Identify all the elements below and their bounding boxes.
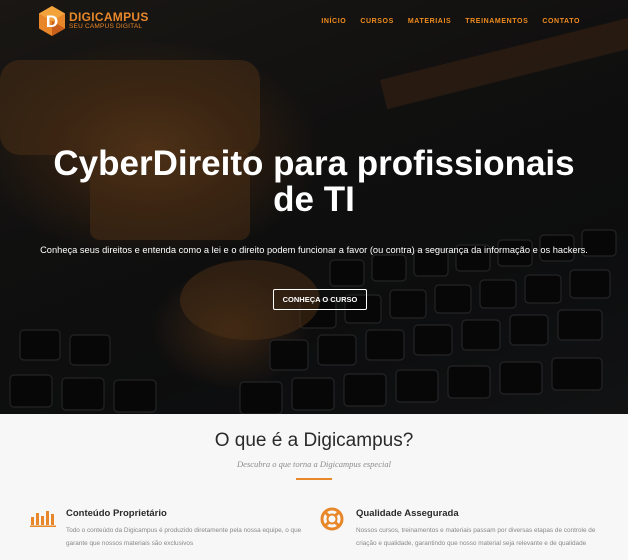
- lifebuoy-icon: [320, 507, 344, 531]
- section-divider: [296, 478, 332, 480]
- nav-item-materiais[interactable]: MATERIAIS: [408, 18, 451, 25]
- nav-item-cursos[interactable]: CURSOS: [360, 18, 394, 25]
- section-subtitle: Descubra o que torna a Digicampus especi…: [237, 459, 391, 469]
- main-nav: INÍCIO CURSOS MATERIAIS TREINAMENTOS CON…: [321, 18, 580, 25]
- brand-logo[interactable]: D DIGICAMPUS SEU CAMPUS DIGITAL: [38, 6, 149, 36]
- logo-hexagon-icon: D: [39, 6, 65, 36]
- feature-description: Nossos cursos, treinamentos e materiais …: [356, 527, 596, 547]
- brand-tagline: SEU CAMPUS DIGITAL: [69, 23, 143, 31]
- section-title: O que é a Digicampus?: [214, 430, 414, 451]
- bar-chart-icon: [30, 511, 56, 527]
- hero-title: CyberDireito para profissionais de TI: [53, 144, 575, 219]
- brand-name: DIGICAMPUS: [69, 10, 149, 25]
- svg-text:D: D: [46, 12, 58, 31]
- hero-subtitle: Conheça seus direitos e entenda como a l…: [40, 245, 588, 255]
- feature-title: Qualidade Assegurada: [356, 508, 459, 519]
- cta-button[interactable]: CONHEÇA O CURSO: [273, 289, 367, 310]
- hero-section: D DIGICAMPUS SEU CAMPUS DIGITAL INÍCIO C…: [0, 0, 628, 414]
- nav-item-treinamentos[interactable]: TREINAMENTOS: [465, 18, 528, 25]
- feature-title: Conteúdo Proprietário: [66, 508, 167, 519]
- nav-item-contato[interactable]: CONTATO: [542, 18, 580, 25]
- feature-description: Todo o conteúdo da Digicampus é produzid…: [66, 527, 302, 547]
- nav-item-inicio[interactable]: INÍCIO: [321, 18, 346, 25]
